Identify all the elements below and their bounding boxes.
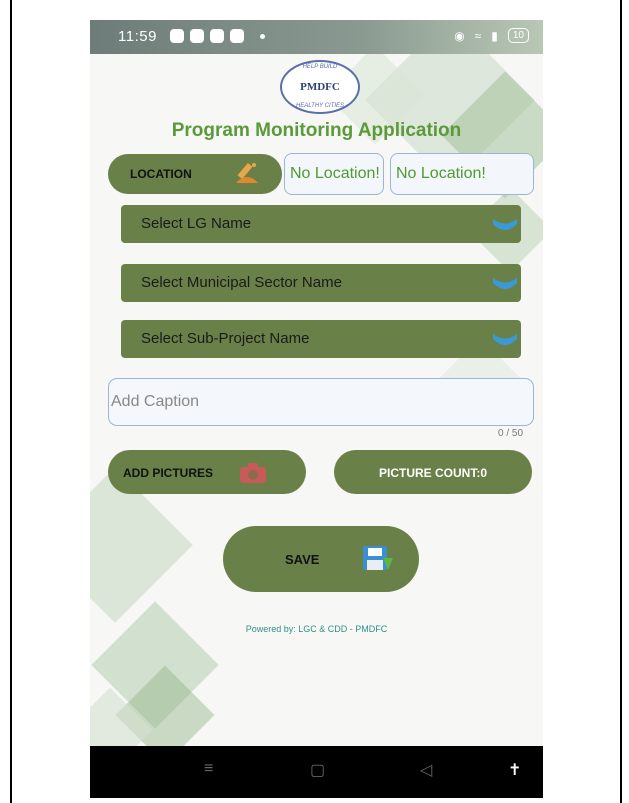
logo-main-text: PMDFC (300, 81, 340, 93)
menu-icon[interactable]: ≡ (204, 760, 213, 778)
caption-input[interactable] (109, 379, 533, 425)
notification-icons (170, 29, 265, 43)
sub-project-dropdown-label: Select Sub-Project Name (141, 330, 310, 347)
powered-by-footer: Powered by: LGC & CDD - PMDFC (245, 624, 388, 634)
pmdfc-logo: HELP BUILD PMDFC HEALTHY CITIES (280, 60, 360, 114)
home-icon[interactable]: ▢ (310, 760, 325, 780)
status-time: 11:59 (118, 28, 157, 45)
caption-field (108, 378, 534, 426)
floppy-disk-icon (361, 544, 395, 577)
save-button-label: SAVE (285, 552, 320, 567)
logo-arc-top: HELP BUILD (302, 64, 338, 70)
system-icons: ◉ ≈ ▮ 10 (454, 28, 529, 43)
location-button[interactable]: LOCATION (108, 154, 282, 194)
phone-screen: 11:59 ◉ ≈ ▮ 10 HELP BUILD PMDFC HEALTHY … (90, 20, 543, 798)
app-title: Program Monitoring Application (171, 120, 462, 141)
wifi-icon: ≈ (474, 28, 482, 43)
lg-name-dropdown-label: Select LG Name (141, 215, 252, 232)
android-nav-bar: ≡ ▢ ◁ ✝ (90, 746, 543, 798)
lg-name-dropdown[interactable]: Select LG Name (121, 205, 521, 243)
notification-icon (230, 29, 244, 43)
logo-arc-bottom: HEALTHY CITIES (295, 103, 345, 109)
location-field-2[interactable]: No Location! (390, 153, 534, 195)
more-dot-icon (260, 34, 265, 39)
location-field-2-value: No Location! (396, 165, 486, 182)
location-button-label: LOCATION (130, 167, 192, 181)
municipal-sector-dropdown[interactable]: Select Municipal Sector Name (121, 264, 521, 302)
chevron-down-icon (492, 275, 518, 297)
back-icon[interactable]: ◁ (420, 760, 432, 780)
accessibility-icon[interactable]: ✝ (508, 760, 521, 780)
battery-icon: 10 (507, 28, 529, 43)
camera-icon (238, 461, 268, 488)
location-icon: ◉ (454, 28, 465, 43)
save-button[interactable]: SAVE (223, 526, 419, 592)
border-right (620, 0, 622, 803)
caption-counter: 0 / 50 (498, 428, 524, 439)
signal-icon: ▮ (491, 28, 498, 43)
chevron-down-icon (492, 216, 518, 238)
status-bar: 11:59 ◉ ≈ ▮ 10 (90, 20, 543, 54)
add-pictures-label: ADD PICTURES (123, 466, 214, 480)
chevron-down-icon (492, 331, 518, 353)
satellite-icon (232, 159, 262, 192)
border-left (10, 0, 12, 803)
add-pictures-button[interactable]: ADD PICTURES (108, 450, 306, 494)
notification-icon (170, 29, 184, 43)
sub-project-dropdown[interactable]: Select Sub-Project Name (121, 320, 521, 358)
location-field-1-value: No Location! (290, 165, 380, 182)
picture-count-button[interactable]: PICTURE COUNT:0 (334, 450, 532, 494)
location-field-1[interactable]: No Location! (284, 153, 384, 195)
picture-count-label: PICTURE COUNT:0 (378, 466, 487, 480)
twitter-icon (190, 29, 204, 43)
municipal-sector-dropdown-label: Select Municipal Sector Name (141, 274, 342, 291)
notification-icon (210, 29, 224, 43)
